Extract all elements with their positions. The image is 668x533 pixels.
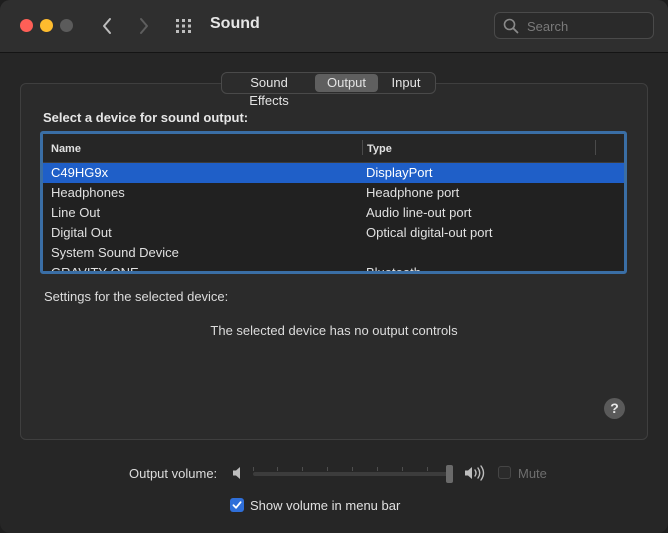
mute-label: Mute (518, 466, 547, 481)
device-name: Line Out (51, 205, 101, 220)
tab-output[interactable]: Output (315, 74, 378, 92)
slider-tick (277, 467, 278, 471)
no-controls-message: The selected device has no output contro… (210, 323, 458, 338)
column-header-name[interactable]: Name (51, 143, 81, 155)
output-volume-slider[interactable] (253, 465, 453, 483)
help-button[interactable]: ? (604, 398, 625, 419)
back-button[interactable] (96, 14, 118, 38)
show-volume-checkbox[interactable] (230, 498, 244, 512)
device-type: Bluetooth (366, 265, 421, 274)
zoom-window-button[interactable] (60, 19, 73, 32)
minimize-window-button[interactable] (40, 19, 53, 32)
speaker-high-icon (465, 465, 485, 481)
speaker-low-icon (233, 467, 240, 479)
window-title: Sound (210, 15, 260, 32)
slider-tick (352, 467, 353, 471)
slider-tick (427, 467, 428, 471)
device-type: Headphone port (366, 185, 460, 200)
table-row[interactable]: GRAVITY ONE Bluetooth (43, 263, 624, 274)
settings-label: Settings for the selected device: (44, 289, 229, 304)
output-device-heading: Select a device for sound output: (43, 110, 249, 125)
output-volume-label: Output volume: (129, 466, 218, 481)
show-volume-label: Show volume in menu bar (250, 498, 401, 513)
slider-tick (402, 467, 403, 471)
grid-icon (176, 19, 191, 33)
device-type: Audio line-out port (366, 205, 472, 220)
table-row[interactable]: C49HG9x DisplayPort (43, 163, 624, 183)
chevron-right-icon (140, 18, 148, 34)
search-input[interactable] (525, 15, 649, 37)
device-name: C49HG9x (51, 165, 109, 180)
show-all-button[interactable] (174, 16, 196, 36)
device-name: Headphones (51, 185, 125, 200)
table-row[interactable]: Headphones Headphone port (43, 183, 624, 203)
close-window-button[interactable] (20, 19, 33, 32)
device-name: Digital Out (51, 225, 112, 240)
tab-input[interactable]: Input (378, 74, 434, 92)
table-row[interactable]: Line Out Audio line-out port (43, 203, 624, 223)
mute-checkbox[interactable] (498, 466, 511, 479)
column-divider[interactable] (362, 140, 363, 155)
slider-knob[interactable] (446, 465, 453, 483)
column-divider[interactable] (595, 140, 596, 155)
device-type: DisplayPort (366, 165, 433, 180)
table-row[interactable]: System Sound Device (43, 243, 624, 263)
tab-sound-effects[interactable]: Sound Effects (223, 74, 315, 108)
search-icon (503, 18, 519, 34)
sound-preferences-window: Sound Sound Effects Output Input Select … (0, 0, 668, 533)
table-row[interactable]: Digital Out Optical digital-out port (43, 223, 624, 243)
device-name: GRAVITY ONE (51, 265, 139, 274)
slider-tick (253, 467, 254, 471)
tab-bar: Sound Effects Output Input (221, 72, 436, 108)
search-field[interactable] (494, 12, 654, 39)
column-header-type[interactable]: Type (367, 143, 392, 155)
slider-tick (302, 467, 303, 471)
forward-button[interactable] (133, 14, 155, 38)
table-header: Name Type (43, 134, 624, 163)
slider-tick (327, 467, 328, 471)
device-name: System Sound Device (51, 245, 179, 260)
chevron-left-icon (103, 18, 111, 34)
device-type: Optical digital-out port (366, 225, 493, 240)
output-device-table[interactable]: Name Type C49HG9x DisplayPort Headphones… (40, 131, 627, 274)
checkmark-icon (232, 501, 242, 509)
title-bar: Sound (0, 0, 668, 53)
slider-tick (377, 467, 378, 471)
slider-track (253, 472, 453, 476)
